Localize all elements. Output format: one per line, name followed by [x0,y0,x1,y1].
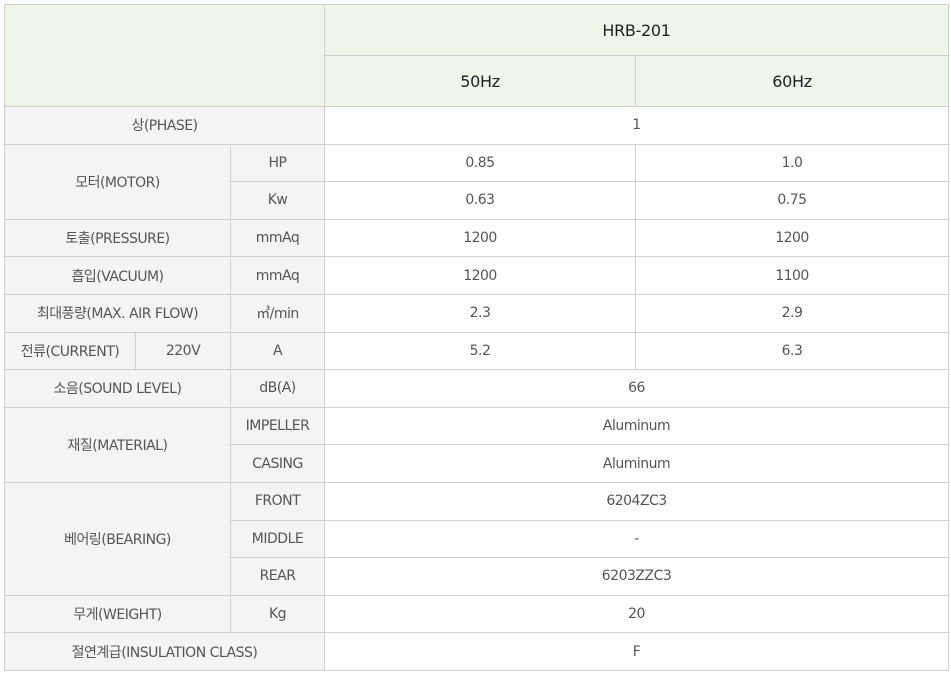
motor-hp-60hz: 1.0 [635,143,950,183]
current-unit: A [229,331,326,371]
airflow-label: 최대풍량(MAX. AIR FLOW) [4,293,231,333]
header-row-model: HRB-201 [3,4,950,107]
motor-kw-unit: Kw [229,181,326,220]
material-impeller-unit: IMPELLER [229,406,326,446]
airflow-50hz: 2.3 [324,293,637,333]
vacuum-60hz: 1100 [635,256,950,295]
table-row-motor-hp: 모터(MOTOR) HP 0.85 1.0 [4,143,950,220]
pressure-unit: mmAq [229,218,326,258]
vacuum-unit: mmAq [229,256,326,295]
insulation-label: 절연계급(INSULATION CLASS) [3,632,326,671]
material-impeller-value: Aluminum [324,406,950,446]
table-row-vacuum: 흡입(VACUUM) mmAq 1200 1100 [4,256,950,295]
bearing-label: 베어링(BEARING) [4,481,231,596]
spec-table: HRB-201 50Hz 60Hz 상(PHASE) 1 모터(MOTOR) H… [3,4,950,671]
table-row-bearing-front: 베어링(BEARING) FRONT 6204ZC3 [4,481,950,596]
motor-kw-60hz: 0.75 [635,181,950,220]
table-row-airflow: 최대풍량(MAX. AIR FLOW) ㎥/min 2.3 2.9 [4,293,950,333]
material-label: 재질(MATERIAL) [4,406,231,483]
table-row-insulation: 절연계급(INSULATION CLASS) F [3,632,950,671]
insulation-value: F [324,632,950,671]
sound-unit: dB(A) [229,369,326,408]
motor-kw-50hz: 0.63 [324,181,637,220]
current-label: 전류(CURRENT) [4,331,136,371]
vacuum-50hz: 1200 [324,256,637,295]
pressure-50hz: 1200 [324,218,637,258]
table-row-phase: 상(PHASE) 1 [3,106,950,145]
bearing-middle-value: - [324,519,950,559]
bearing-front-unit: FRONT [229,481,326,521]
weight-value: 20 [324,594,950,634]
material-casing-unit: CASING [229,444,326,483]
pressure-60hz: 1200 [635,218,950,258]
current-50hz: 5.2 [324,331,637,371]
phase-value: 1 [324,106,950,145]
vacuum-label: 흡입(VACUUM) [4,256,231,295]
table-row-current: 전류(CURRENT) 220V A 5.2 6.3 [4,331,950,371]
weight-unit: Kg [229,594,326,634]
sound-value: 66 [324,369,950,408]
header-corner-cell [3,4,326,107]
current-60hz: 6.3 [635,331,950,371]
weight-label: 무게(WEIGHT) [4,594,231,634]
sound-label: 소음(SOUND LEVEL) [4,369,231,408]
motor-hp-unit: HP [229,143,326,183]
freq-50hz-header: 50Hz [324,55,637,107]
table-row-weight: 무게(WEIGHT) Kg 20 [4,594,950,634]
model-name-header: HRB-201 [324,4,950,56]
material-casing-value: Aluminum [324,444,950,483]
bearing-rear-unit: REAR [229,557,326,596]
table-row-material-impeller: 재질(MATERIAL) IMPELLER Aluminum [4,406,950,483]
motor-label: 모터(MOTOR) [4,143,231,220]
freq-60hz-header: 60Hz [635,55,950,107]
current-voltage: 220V [135,331,231,371]
pressure-label: 토출(PRESSURE) [4,218,231,258]
bearing-middle-unit: MIDDLE [229,519,326,559]
table-row-sound: 소음(SOUND LEVEL) dB(A) 66 [4,369,950,408]
phase-label: 상(PHASE) [3,106,326,145]
airflow-unit: ㎥/min [229,293,326,333]
airflow-60hz: 2.9 [635,293,950,333]
bearing-rear-value: 6203ZZC3 [324,557,950,596]
motor-hp-50hz: 0.85 [324,143,637,183]
bearing-front-value: 6204ZC3 [324,481,950,521]
table-row-pressure: 토출(PRESSURE) mmAq 1200 1200 [4,218,950,258]
